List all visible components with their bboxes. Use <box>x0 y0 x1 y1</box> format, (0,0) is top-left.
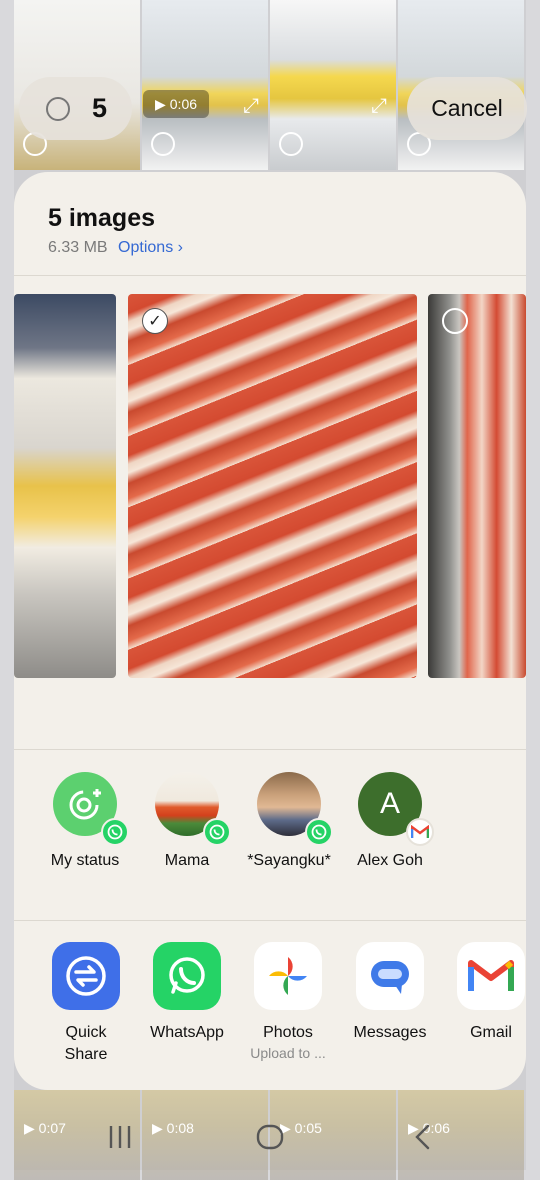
video-duration: 0:06 <box>169 96 198 112</box>
quick-share-icon <box>52 942 120 1010</box>
divider <box>14 920 526 921</box>
contact-name: My status <box>50 852 120 869</box>
selected-count: 5 <box>92 93 108 123</box>
thumbnail-select-circle[interactable] <box>151 132 175 156</box>
play-icon: ▶ <box>154 95 166 112</box>
avatar <box>155 772 231 846</box>
checkmark-icon[interactable]: ✓ <box>142 308 168 334</box>
app-whatsapp[interactable]: WhatsApp <box>136 942 238 1044</box>
system-nav-bar <box>0 1100 540 1170</box>
selection-counter[interactable]: 5 <box>19 77 132 140</box>
image-preview[interactable] <box>14 294 116 678</box>
divider <box>14 275 526 276</box>
status-avatar <box>53 772 129 846</box>
divider <box>14 749 526 750</box>
messages-icon <box>356 942 424 1010</box>
cancel-button[interactable]: Cancel <box>407 77 527 140</box>
share-subtitle: 6.33 MB Options › <box>48 239 183 257</box>
home-button[interactable] <box>256 1120 284 1159</box>
chevron-right-icon: › <box>177 239 183 256</box>
app-sublabel: Upload to ... <box>250 1045 326 1061</box>
app-label: Messages <box>353 1024 427 1041</box>
whatsapp-icon <box>153 942 221 1010</box>
app-label: Quick Share <box>64 1024 108 1063</box>
thumbnail-select-circle[interactable] <box>279 132 303 156</box>
app-label: Photos <box>263 1024 313 1041</box>
contact-sayangku[interactable]: *Sayangku* <box>239 772 339 870</box>
image-preview[interactable] <box>428 294 526 678</box>
select-circle[interactable] <box>442 308 468 334</box>
file-size: 6.33 MB <box>48 239 108 256</box>
whatsapp-icon <box>203 818 231 846</box>
contact-name: Mama <box>164 852 210 869</box>
app-quick-share[interactable]: Quick Share <box>35 942 137 1066</box>
app-label: WhatsApp <box>150 1024 224 1041</box>
contact-alex-goh[interactable]: A Alex Goh <box>340 772 440 870</box>
gmail-icon <box>406 818 434 846</box>
contact-mama[interactable]: Mama <box>137 772 237 870</box>
contact-name: Alex Goh <box>357 852 423 869</box>
avatar-initial: A <box>379 787 400 820</box>
expand-icon[interactable]: ⤢ <box>243 95 259 118</box>
app-gmail[interactable]: Gmail <box>440 942 526 1044</box>
contact-name: *Sayangku* <box>247 852 331 869</box>
whatsapp-icon <box>101 818 129 846</box>
options-link[interactable]: Options › <box>118 239 183 256</box>
app-label: Gmail <box>470 1024 512 1041</box>
contact-my-status[interactable]: My status <box>35 772 135 870</box>
app-messages[interactable]: Messages <box>339 942 441 1044</box>
app-photos[interactable]: Photos Upload to ... <box>237 942 339 1062</box>
expand-icon[interactable]: ⤢ <box>371 95 387 118</box>
back-button[interactable] <box>412 1120 432 1159</box>
video-duration-chip: ▶ 0:06 <box>143 90 209 118</box>
avatar <box>257 772 333 846</box>
image-preview-selected[interactable]: ✓ <box>128 294 417 678</box>
share-sheet: 5 images 6.33 MB Options › ✓ My status M… <box>14 172 526 1090</box>
select-all-circle[interactable] <box>46 96 70 121</box>
gmail-icon <box>457 942 525 1010</box>
share-title: 5 images <box>48 204 156 232</box>
google-photos-icon <box>254 942 322 1010</box>
recent-apps-button[interactable] <box>108 1120 132 1159</box>
whatsapp-icon <box>305 818 333 846</box>
avatar: A <box>358 772 434 846</box>
